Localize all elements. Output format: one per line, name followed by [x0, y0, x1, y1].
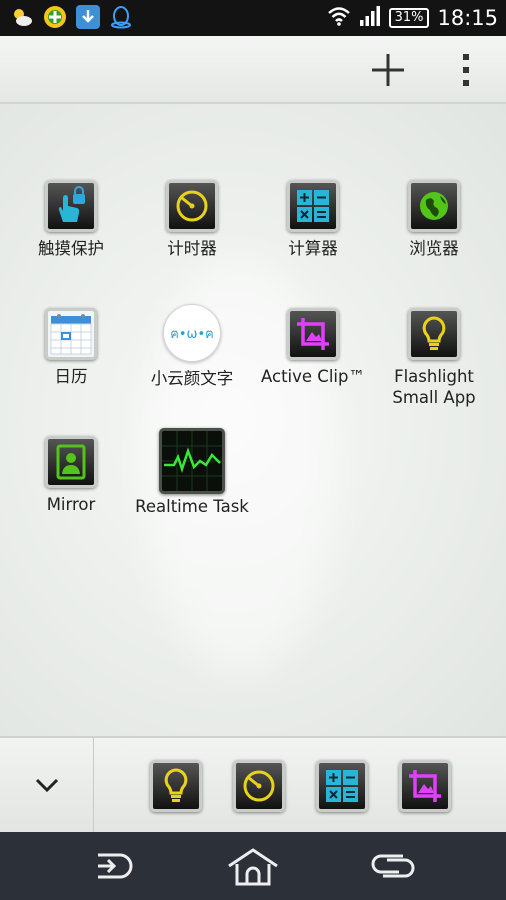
lightbulb-icon: [150, 760, 202, 812]
signal-icon: [359, 6, 381, 30]
download-icon: [76, 5, 100, 29]
crop-icon: [399, 760, 451, 812]
wifi-icon: [327, 6, 351, 30]
calculator-icon: [316, 760, 368, 812]
small-apps-workspace: 触摸保护 计时器 计算器 浏览器 日历 ฅ•ω•ฅ 小云颜文字 Active C…: [0, 104, 506, 736]
touch-lock-icon: [45, 180, 97, 232]
timer-icon: [233, 760, 285, 812]
app-label: Mirror: [46, 495, 96, 514]
dock-app-calculator[interactable]: [316, 760, 368, 812]
recent-apps-icon: [371, 854, 415, 878]
home-icon: [228, 848, 278, 886]
overflow-menu-button[interactable]: [444, 48, 488, 92]
dock-app-timer[interactable]: [233, 760, 285, 812]
calendar-icon: [45, 308, 97, 360]
app-label: Flashlight Small App: [392, 367, 476, 407]
browser-globe-icon: [408, 180, 460, 232]
back-button[interactable]: [82, 844, 142, 888]
lightbulb-icon: [408, 308, 460, 360]
app-kaomoji[interactable]: ฅ•ω•ฅ 小云颜文字: [133, 304, 251, 389]
status-bar: 31% 18:15: [0, 0, 506, 36]
app-label: 触摸保护: [38, 239, 104, 258]
clock: 18:15: [437, 6, 498, 30]
app-label: Realtime Task: [135, 497, 249, 516]
app-flashlight[interactable]: Flashlight Small App: [375, 308, 493, 408]
battery-indicator: 31%: [388, 8, 430, 28]
app-active-clip[interactable]: Active Clip™: [254, 308, 372, 387]
kaomoji-face-text: ฅ•ω•ฅ: [170, 326, 214, 342]
add-button[interactable]: [366, 48, 410, 92]
qq-icon: [109, 5, 133, 29]
action-bar: [0, 36, 506, 104]
weather-icon: [10, 5, 34, 29]
app-label: 计时器: [167, 239, 217, 258]
collapse-dock-button[interactable]: [0, 738, 94, 832]
navigation-bar: [0, 832, 506, 900]
dock-app-flashlight[interactable]: [150, 760, 202, 812]
mirror-portrait-icon: [45, 436, 97, 488]
app-realtime-task[interactable]: Realtime Task: [133, 428, 251, 517]
overflow-menu-icon: [463, 54, 469, 86]
kaomoji-icon: ฅ•ω•ฅ: [163, 304, 221, 362]
back-icon: [98, 853, 133, 879]
crop-icon: [287, 308, 339, 360]
home-button[interactable]: [223, 844, 283, 888]
recent-apps-button[interactable]: [363, 844, 423, 888]
dock-app-active-clip[interactable]: [399, 760, 451, 812]
plus-icon: [372, 54, 404, 86]
small-apps-dock: [0, 736, 506, 832]
app-calendar[interactable]: 日历: [12, 308, 130, 387]
app-touch-protection[interactable]: 触摸保护: [12, 180, 130, 259]
app-label: Active Clip™: [261, 367, 365, 386]
task-monitor-icon: [159, 428, 225, 494]
app-label: 浏览器: [409, 239, 459, 258]
calculator-icon: [287, 180, 339, 232]
app-calculator[interactable]: 计算器: [254, 180, 372, 259]
app-label: 日历: [54, 367, 88, 386]
app-label: 计算器: [288, 239, 338, 258]
app-timer[interactable]: 计时器: [133, 180, 251, 259]
timer-icon: [166, 180, 218, 232]
app-label: 小云颜文字: [150, 369, 234, 388]
app-store-icon: [43, 5, 67, 29]
chevron-down-icon: [35, 778, 58, 793]
app-mirror[interactable]: Mirror: [12, 436, 130, 515]
app-browser[interactable]: 浏览器: [375, 180, 493, 259]
